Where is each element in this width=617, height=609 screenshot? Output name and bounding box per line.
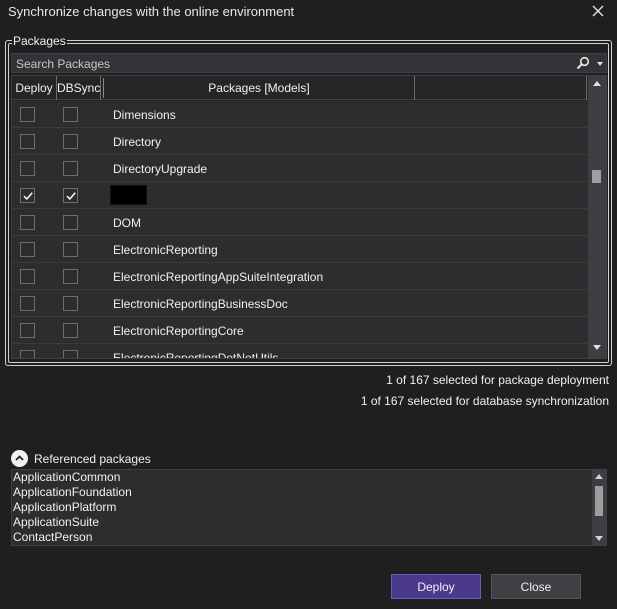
deploy-summary: 1 of 167 selected for package deployment: [386, 373, 609, 387]
scroll-down-icon[interactable]: [595, 536, 603, 541]
table-row[interactable]: DOM: [12, 209, 589, 236]
referenced-list-scrollbar[interactable]: [592, 470, 606, 545]
table-row[interactable]: DirectoryUpgrade: [12, 155, 589, 182]
dbsync-checkbox[interactable]: [63, 350, 78, 358]
dbsync-summary: 1 of 167 selected for database synchroni…: [360, 394, 609, 408]
table-row[interactable]: ElectronicReportingCore: [12, 317, 589, 344]
package-name: ElectronicReportingAppSuiteIntegration: [113, 270, 324, 284]
dbsync-checkbox[interactable]: [63, 161, 78, 176]
chevron-up-icon[interactable]: [11, 450, 28, 467]
list-item[interactable]: ApplicationCommon: [12, 470, 606, 485]
package-name: Directory: [113, 135, 162, 149]
scroll-thumb[interactable]: [592, 170, 601, 183]
table-row[interactable]: ElectronicReportingBusinessDoc: [12, 290, 589, 317]
table-row[interactable]: Directory: [12, 128, 589, 155]
table-row[interactable]: ElectronicReportingDotNetUtils: [12, 344, 589, 359]
package-name: DirectoryUpgrade: [113, 162, 208, 176]
deploy-checkbox[interactable]: [20, 134, 35, 149]
deploy-button[interactable]: Deploy: [391, 574, 481, 599]
column-header-deploy[interactable]: Deploy: [12, 76, 57, 100]
package-name: DOM: [113, 216, 141, 230]
packages-grid: Deploy DBSync Packages [Models] Dimensio…: [11, 75, 607, 359]
package-name: ElectronicReportingCore: [113, 324, 244, 338]
package-name: Dimensions: [113, 108, 176, 122]
column-header-dbsync[interactable]: DBSync: [57, 76, 101, 100]
deploy-checkbox[interactable]: [20, 161, 35, 176]
package-rows: Dimensions Directory DirectoryUpgrade DOM El…: [12, 101, 589, 359]
dbsync-checkbox[interactable]: [63, 215, 78, 230]
packages-group-label: Packages: [12, 34, 67, 48]
dialog-title: Synchronize changes with the online envi…: [8, 4, 295, 19]
deploy-checkbox[interactable]: [20, 107, 35, 122]
deploy-checkbox[interactable]: [20, 215, 35, 230]
list-item[interactable]: ApplicationSuite: [12, 515, 606, 530]
dbsync-checkbox[interactable]: [63, 269, 78, 284]
checkmark-icon: [23, 192, 33, 201]
scroll-up-icon[interactable]: [593, 81, 601, 86]
close-button[interactable]: Close: [491, 574, 581, 599]
close-icon[interactable]: [590, 3, 606, 19]
search-dropdown-icon[interactable]: [597, 62, 603, 66]
table-row[interactable]: ElectronicReportingAppSuiteIntegration: [12, 263, 589, 290]
package-name: ElectronicReporting: [113, 243, 218, 257]
table-row[interactable]: ElectronicReporting: [12, 236, 589, 263]
dbsync-checkbox[interactable]: [63, 296, 78, 311]
deploy-checkbox[interactable]: [20, 323, 35, 338]
list-item[interactable]: ContactPerson: [12, 530, 606, 545]
referenced-packages-list[interactable]: ApplicationCommon ApplicationFoundation Ap…: [11, 469, 607, 546]
dbsync-checkbox[interactable]: [63, 242, 78, 257]
column-header-empty: [415, 76, 587, 100]
table-row[interactable]: [12, 182, 589, 209]
search-placeholder: Search Packages: [16, 57, 111, 71]
grid-header: Deploy DBSync Packages [Models]: [12, 76, 589, 100]
column-header-packages[interactable]: Packages [Models]: [104, 76, 415, 100]
scroll-down-icon[interactable]: [593, 345, 601, 350]
table-row[interactable]: Dimensions: [12, 101, 589, 128]
deploy-checkbox[interactable]: [20, 296, 35, 311]
list-item[interactable]: ApplicationFoundation: [12, 485, 606, 500]
deploy-checkbox[interactable]: [20, 188, 35, 203]
grid-vertical-scrollbar[interactable]: [588, 76, 606, 358]
dbsync-checkbox[interactable]: [63, 188, 78, 203]
dbsync-checkbox[interactable]: [63, 107, 78, 122]
dbsync-checkbox[interactable]: [63, 323, 78, 338]
dbsync-checkbox[interactable]: [63, 134, 78, 149]
search-icon[interactable]: [576, 56, 590, 73]
deploy-checkbox[interactable]: [20, 350, 35, 358]
title-bar: Synchronize changes with the online envi…: [0, 0, 617, 24]
redacted-package-name: [110, 185, 147, 205]
package-name: ElectronicReportingDotNetUtils: [113, 351, 279, 359]
deploy-checkbox[interactable]: [20, 269, 35, 284]
checkmark-icon: [66, 192, 76, 201]
referenced-packages-label: Referenced packages: [34, 452, 151, 466]
scroll-up-icon[interactable]: [595, 474, 603, 479]
search-input[interactable]: Search Packages: [11, 53, 607, 73]
deploy-checkbox[interactable]: [20, 242, 35, 257]
package-name: ElectronicReportingBusinessDoc: [113, 297, 288, 311]
list-item[interactable]: ApplicationPlatform: [12, 500, 606, 515]
scroll-thumb[interactable]: [595, 486, 603, 516]
